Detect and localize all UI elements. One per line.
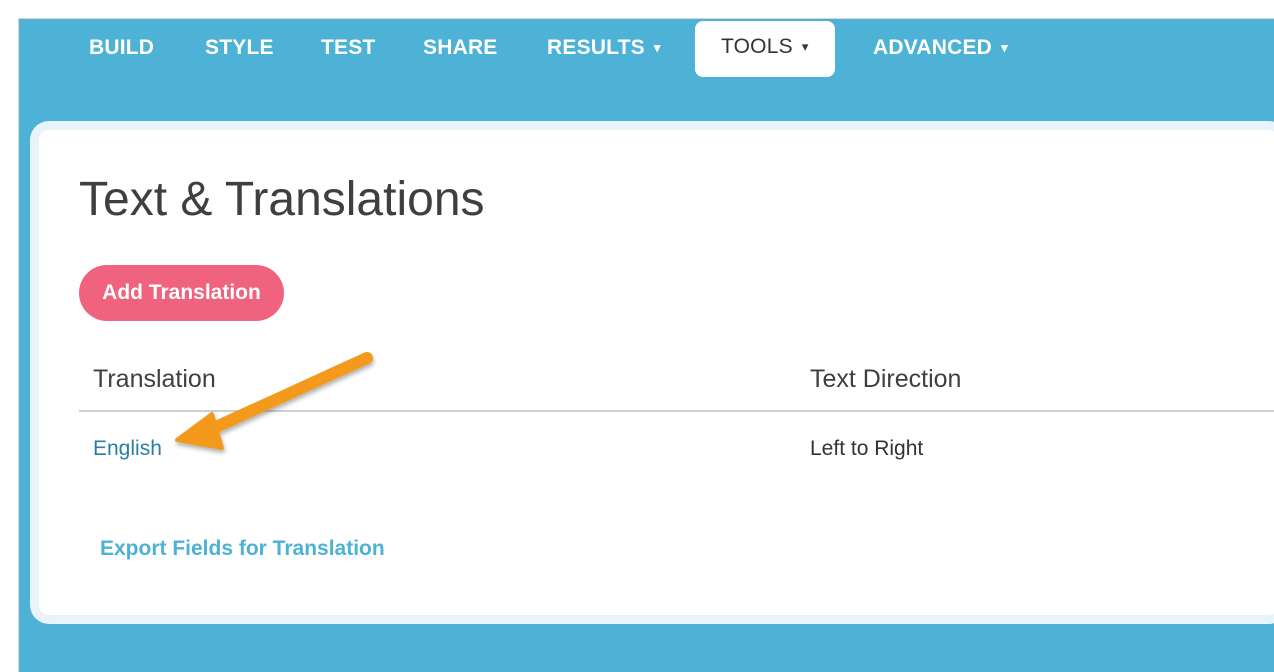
- chevron-down-icon: ▾: [1001, 40, 1008, 55]
- nav-advanced-label: ADVANCED: [873, 36, 993, 59]
- add-translation-button[interactable]: Add Translation: [79, 265, 284, 321]
- nav-build[interactable]: BUILD: [89, 19, 154, 77]
- export-fields-link[interactable]: Export Fields for Translation: [100, 537, 385, 561]
- nav-share-label: SHARE: [423, 36, 498, 59]
- nav-test-label: TEST: [321, 36, 376, 59]
- column-header-translation: Translation: [93, 365, 216, 393]
- app-frame: BUILD STYLE TEST SHARE RESULTS ▾ TOOLS ▾ A…: [18, 18, 1274, 672]
- nav-advanced[interactable]: ADVANCED ▾: [873, 19, 1008, 77]
- chevron-down-icon: ▾: [801, 39, 809, 54]
- table-header-divider: [79, 410, 1274, 412]
- top-nav: BUILD STYLE TEST SHARE RESULTS ▾ TOOLS ▾ A…: [19, 19, 1274, 79]
- translations-panel: Text & Translations Add Translation Tran…: [39, 130, 1274, 615]
- chevron-down-icon: ▾: [653, 40, 661, 55]
- nav-style[interactable]: STYLE: [205, 19, 274, 77]
- nav-test[interactable]: TEST: [321, 19, 375, 77]
- page-title: Text & Translations: [79, 173, 485, 226]
- nav-build-label: BUILD: [89, 36, 155, 59]
- nav-results-label: RESULTS: [547, 36, 645, 59]
- text-direction-value: Left to Right: [810, 437, 924, 460]
- column-header-text-direction: Text Direction: [810, 365, 962, 393]
- nav-share[interactable]: SHARE: [423, 19, 498, 77]
- translation-link-english[interactable]: English: [93, 437, 162, 461]
- nav-tools[interactable]: TOOLS ▾: [695, 21, 835, 77]
- nav-style-label: STYLE: [205, 36, 274, 59]
- nav-results[interactable]: RESULTS ▾: [547, 19, 661, 77]
- nav-tools-label: TOOLS: [721, 35, 793, 58]
